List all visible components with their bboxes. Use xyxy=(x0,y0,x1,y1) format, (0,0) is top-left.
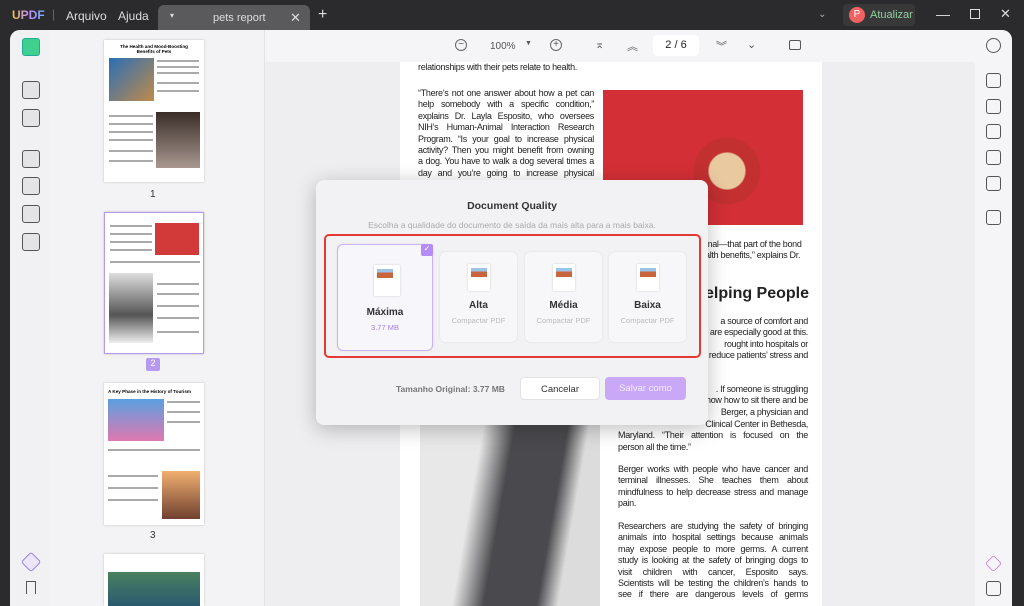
cat-image xyxy=(109,273,153,343)
convert-icon[interactable] xyxy=(22,205,40,223)
search-icon[interactable] xyxy=(986,38,1001,53)
document-icon xyxy=(553,264,575,291)
paragraph: “There’s not one answer about how a pet … xyxy=(418,88,594,178)
section-heading: elping People xyxy=(705,285,810,302)
updf-logo: UPDF xyxy=(12,8,45,22)
option-subtitle: Compactar PDF xyxy=(451,316,506,325)
page-thumbnail-1[interactable]: The Health and Mood-Boosting Benefits of… xyxy=(104,40,204,182)
option-title: Baixa xyxy=(634,300,661,311)
cat-photo xyxy=(420,425,600,606)
tab-dropdown-icon[interactable]: ▾ xyxy=(170,11,174,20)
paragraph: Researchers are studying the safety of b… xyxy=(618,521,808,600)
minimize-icon[interactable]: — xyxy=(936,6,950,22)
paragraph: Berger works with people who have cancer… xyxy=(618,464,808,509)
document-tab[interactable]: ▾ pets report ✕ xyxy=(158,5,310,32)
quality-option-maxima[interactable]: ✓ Máxima 3.77 MB xyxy=(337,244,433,351)
option-size: 3.77 MB xyxy=(371,323,399,332)
thumbnail-title: A Key Phase in the History of Tourism xyxy=(108,389,191,394)
protect-icon[interactable] xyxy=(986,124,1001,139)
paragraph: relationships with their pets relate to … xyxy=(418,62,577,72)
reader-icon[interactable] xyxy=(22,38,40,56)
page-thumbnail-2[interactable] xyxy=(104,212,204,354)
quality-option-alta[interactable]: Alta Compactar PDF xyxy=(440,252,517,342)
viewer-toolbar: − 100% ▼ + ⌅ ︽ 2 / 6 ︾ ⌄ xyxy=(265,30,975,62)
option-title: Alta xyxy=(469,300,488,311)
upgrade-label: Atualizar xyxy=(870,9,913,21)
page-number-label: 3 xyxy=(150,530,156,541)
quality-option-media[interactable]: Média Compactar PDF xyxy=(525,252,602,342)
email-icon[interactable] xyxy=(986,176,1001,191)
upgrade-button[interactable]: P Atualizar xyxy=(843,4,915,26)
tab-title: pets report xyxy=(213,12,266,24)
zoom-level[interactable]: 100% xyxy=(490,41,516,52)
ocr-icon[interactable] xyxy=(986,73,1001,88)
bookmark-icon[interactable] xyxy=(26,581,36,594)
first-page-icon[interactable]: ⌅ xyxy=(595,38,604,51)
comment-icon[interactable] xyxy=(986,581,1001,596)
landscape-image xyxy=(108,572,200,606)
page-number-input[interactable]: 2 / 6 xyxy=(653,35,699,56)
previous-page-icon[interactable]: ︽ xyxy=(627,38,638,54)
ai-assistant-icon[interactable] xyxy=(985,555,1002,572)
share-icon[interactable] xyxy=(986,150,1001,165)
new-tab-icon[interactable]: + xyxy=(318,6,327,24)
paragraph-fragment: . If someone is struggling how how to sit… xyxy=(706,384,808,417)
save-icon[interactable] xyxy=(986,210,1001,225)
save-as-button[interactable]: Salvar como xyxy=(605,377,686,400)
layers-icon[interactable] xyxy=(20,551,42,573)
option-subtitle: Compactar PDF xyxy=(620,316,675,325)
document-icon xyxy=(468,264,490,291)
document-icon xyxy=(374,265,400,296)
option-title: Máxima xyxy=(366,307,404,318)
eiffel-image xyxy=(162,471,200,519)
page-number-label: 1 xyxy=(150,189,156,200)
close-tab-icon[interactable]: ✕ xyxy=(290,10,301,26)
dogs-image xyxy=(156,112,200,168)
close-window-icon[interactable]: ✕ xyxy=(1000,6,1011,22)
original-size-label: Tamanho Original: 3.77 MB xyxy=(396,384,505,394)
organize-pages-icon[interactable] xyxy=(22,150,40,168)
cancel-button[interactable]: Cancelar xyxy=(520,377,600,400)
edit-pdf-icon[interactable] xyxy=(22,109,40,127)
dog-image xyxy=(155,223,199,255)
crop-icon[interactable] xyxy=(22,177,40,195)
thumbnail-title: The Health and Mood-Boosting Benefits of… xyxy=(120,44,188,54)
quality-option-baixa[interactable]: Baixa Compactar PDF xyxy=(609,252,686,342)
maximize-icon[interactable] xyxy=(970,9,980,19)
right-sidebar xyxy=(975,30,1012,606)
menu-arquivo[interactable]: Arquivo xyxy=(66,9,107,23)
zoom-dropdown-icon[interactable]: ▼ xyxy=(525,40,532,47)
page-thumbnail-4[interactable] xyxy=(104,554,204,606)
thumbnail-panel: The Health and Mood-Boosting Benefits of… xyxy=(50,30,265,606)
left-toolbar xyxy=(10,30,50,606)
avatar: P xyxy=(849,7,865,23)
checkmark-icon: ✓ xyxy=(421,244,433,256)
page-number-label-selected: 2 xyxy=(146,358,160,371)
last-page-icon[interactable]: ⌄ xyxy=(747,38,756,51)
document-quality-dialog: Document Quality Escolha a qualidade do … xyxy=(316,180,708,425)
title-bar: UPDF | Arquivo Ajuda ▾ pets report ✕ + ⌄… xyxy=(0,0,1024,32)
tourism-image xyxy=(108,399,164,441)
zoom-in-icon[interactable]: + xyxy=(550,39,562,51)
chevron-down-icon[interactable]: ⌄ xyxy=(818,9,826,20)
highlight-icon[interactable] xyxy=(22,81,40,99)
form-icon[interactable] xyxy=(22,233,40,251)
paragraph-fragment: mal—that part of the bond alth benefits,”… xyxy=(705,239,802,261)
dialog-subtitle: Escolha a qualidade do documento de saíd… xyxy=(368,220,656,230)
cat-image xyxy=(109,58,154,101)
convert-pdf-icon[interactable] xyxy=(986,99,1001,114)
dialog-title: Document Quality xyxy=(467,200,557,212)
divider: | xyxy=(52,7,56,21)
next-page-icon[interactable]: ︾ xyxy=(716,38,727,54)
option-title: Média xyxy=(549,300,578,311)
option-subtitle: Compactar PDF xyxy=(536,316,591,325)
presentation-icon[interactable] xyxy=(789,40,801,50)
paragraph-fragment: a source of comfort and are especially go… xyxy=(708,316,808,361)
document-icon xyxy=(637,264,659,291)
menu-ajuda[interactable]: Ajuda xyxy=(118,9,149,23)
page-thumbnail-3[interactable]: A Key Phase in the History of Tourism xyxy=(104,383,204,525)
zoom-out-icon[interactable]: − xyxy=(455,39,467,51)
